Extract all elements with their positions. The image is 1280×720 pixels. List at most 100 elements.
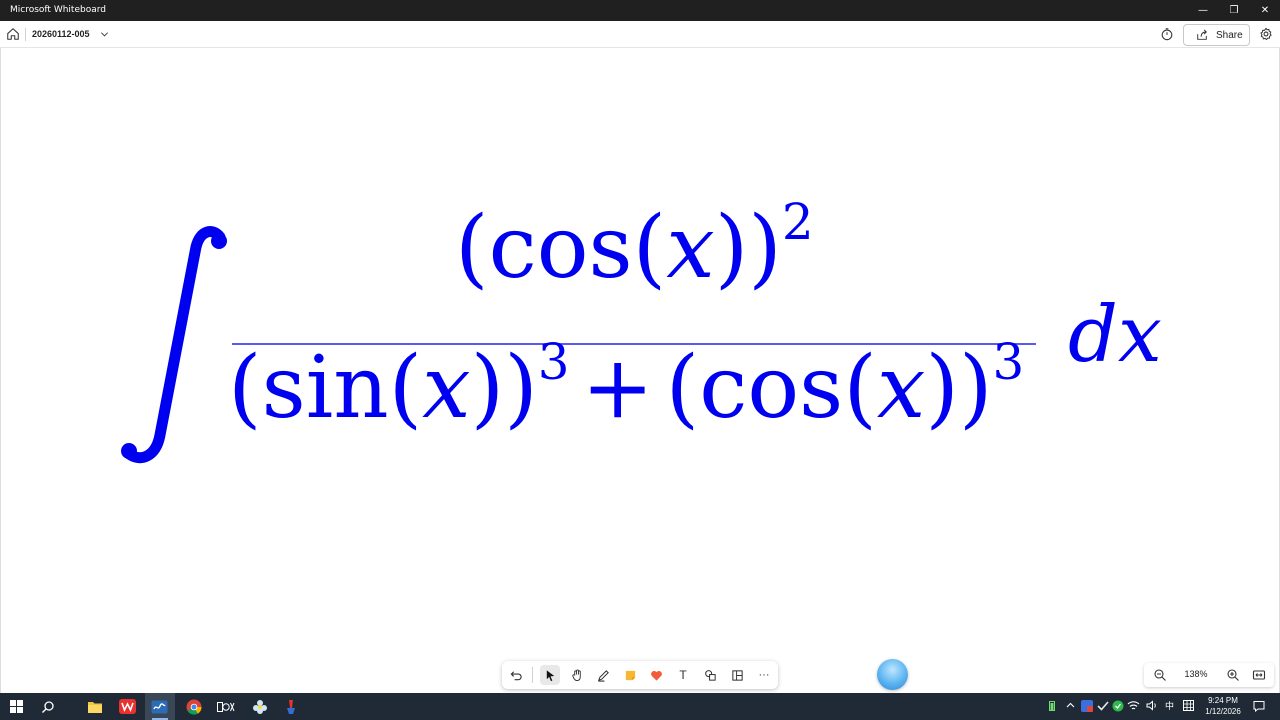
shapes-icon	[704, 669, 716, 681]
app-icon	[252, 699, 267, 714]
search-icon	[41, 700, 54, 713]
close-icon: ✕	[1260, 5, 1270, 16]
plus-operator: +	[581, 338, 654, 438]
search-button[interactable]	[38, 697, 57, 716]
pan-tool[interactable]	[567, 665, 587, 685]
paren-open: (	[388, 338, 423, 438]
select-icon	[546, 669, 554, 681]
hand-pan-icon	[571, 668, 581, 681]
tool-icon	[286, 699, 295, 714]
close-button[interactable]: ✕	[1250, 0, 1280, 21]
toolbar-divider	[532, 667, 533, 683]
battery-tray-icon[interactable]	[1045, 699, 1058, 712]
tray-app-2[interactable]	[1096, 699, 1109, 712]
copilot-orb-icon[interactable]	[877, 659, 908, 690]
paren-close: )	[925, 338, 959, 438]
taskbar-chrome[interactable]	[184, 697, 203, 716]
variable-x: x	[422, 338, 471, 438]
share-label: Share	[1216, 29, 1243, 41]
taskbar-tool[interactable]	[281, 697, 300, 716]
tools-toolbar: T ···	[502, 661, 778, 689]
more-tools-button[interactable]: ···	[754, 665, 774, 685]
minimize-icon: —	[1198, 5, 1208, 16]
app-tray-icon	[1080, 699, 1093, 712]
wifi-icon	[1127, 701, 1140, 710]
notification-center-button[interactable]	[1252, 699, 1265, 712]
show-hidden-icons-button[interactable]	[1064, 699, 1077, 712]
notification-icon	[1253, 700, 1264, 712]
ime-indicator[interactable]: 中	[1163, 699, 1176, 712]
timer-icon[interactable]	[1160, 27, 1174, 41]
zoom-in-icon[interactable]	[1226, 668, 1240, 682]
sticky-note-tool[interactable]	[620, 665, 640, 685]
undo-icon	[510, 670, 522, 680]
variable-x: x	[876, 338, 926, 438]
clock-date: 1/12/2026	[1205, 707, 1241, 716]
taskbar-file-explorer[interactable]	[85, 697, 104, 716]
obs-icon	[216, 701, 234, 712]
whiteboard-icon	[151, 700, 168, 713]
tray-app-3[interactable]	[1111, 699, 1124, 712]
fraction-denominator: (sin(x))3 + (cos(x))3	[228, 337, 1024, 431]
battery-icon	[1048, 701, 1055, 711]
taskbar-wps-office[interactable]	[118, 697, 137, 716]
gear-icon[interactable]	[1259, 27, 1273, 41]
paren-close: )	[504, 338, 538, 438]
chevron-down-icon[interactable]	[100, 30, 109, 39]
ime-language-icon: 中	[1164, 701, 1174, 711]
differential-dx: dx	[1068, 290, 1162, 380]
board-name[interactable]: 20260112-005	[32, 29, 90, 39]
sticky-note-icon	[625, 670, 635, 680]
fit-to-screen-icon[interactable]	[1252, 668, 1266, 682]
volume-icon	[1146, 700, 1156, 711]
ime-mode-button[interactable]	[1182, 699, 1195, 712]
sin-function: sin	[261, 338, 389, 438]
wifi-tray-button[interactable]	[1127, 699, 1140, 712]
windows-logo-icon	[10, 700, 23, 713]
exponent: 3	[992, 333, 1025, 391]
pen-tool[interactable]	[593, 665, 613, 685]
header-divider	[25, 28, 26, 41]
sync-tray-icon	[1112, 700, 1123, 711]
zoom-controls: 138%	[1144, 663, 1274, 687]
minimize-button[interactable]: —	[1188, 0, 1218, 21]
shapes-tool[interactable]	[700, 665, 720, 685]
cos-function: cos	[699, 338, 844, 438]
select-tool[interactable]	[540, 665, 560, 685]
templates-icon	[731, 669, 743, 681]
paren-open: (	[843, 338, 877, 438]
tray-app-1[interactable]	[1080, 699, 1093, 712]
check-tray-icon	[1096, 700, 1109, 711]
paren-open: (	[632, 198, 667, 298]
start-button[interactable]	[7, 697, 26, 716]
taskbar-whiteboard[interactable]	[150, 697, 169, 716]
paren-close: )	[470, 338, 505, 438]
window-titlebar: Microsoft Whiteboard — ❐ ✕	[0, 0, 1280, 21]
reactions-tool[interactable]	[646, 665, 666, 685]
zoom-out-icon[interactable]	[1153, 668, 1167, 682]
keyboard-grid-icon	[1183, 700, 1194, 711]
window-title: Microsoft Whiteboard	[10, 5, 106, 15]
exponent: 2	[781, 193, 814, 251]
pen-icon	[597, 669, 609, 682]
undo-button[interactable]	[506, 665, 526, 685]
taskbar-clock[interactable]: 9:24 PM 1/12/2026	[1198, 695, 1248, 717]
paren-close: )	[748, 198, 782, 298]
volume-tray-button[interactable]	[1145, 699, 1158, 712]
templates-tool[interactable]	[727, 665, 747, 685]
home-icon[interactable]	[6, 27, 20, 41]
app-header: 20260112-005 Share	[0, 21, 1280, 48]
restore-button[interactable]: ❐	[1219, 0, 1249, 21]
chevron-up-icon	[1066, 702, 1075, 708]
fraction-numerator: (cos(x))2	[455, 197, 814, 291]
clock-time: 9:24 PM	[1208, 696, 1238, 705]
zoom-level[interactable]: 138%	[1180, 669, 1212, 679]
more-icon: ···	[758, 669, 770, 681]
share-button[interactable]: Share	[1183, 24, 1250, 46]
paren-open: (	[455, 198, 489, 298]
reactions-icon	[650, 670, 662, 681]
text-tool[interactable]: T	[673, 665, 693, 685]
taskbar-obs[interactable]	[216, 697, 235, 716]
taskbar-app[interactable]	[250, 697, 269, 716]
cos-function: cos	[488, 198, 633, 298]
